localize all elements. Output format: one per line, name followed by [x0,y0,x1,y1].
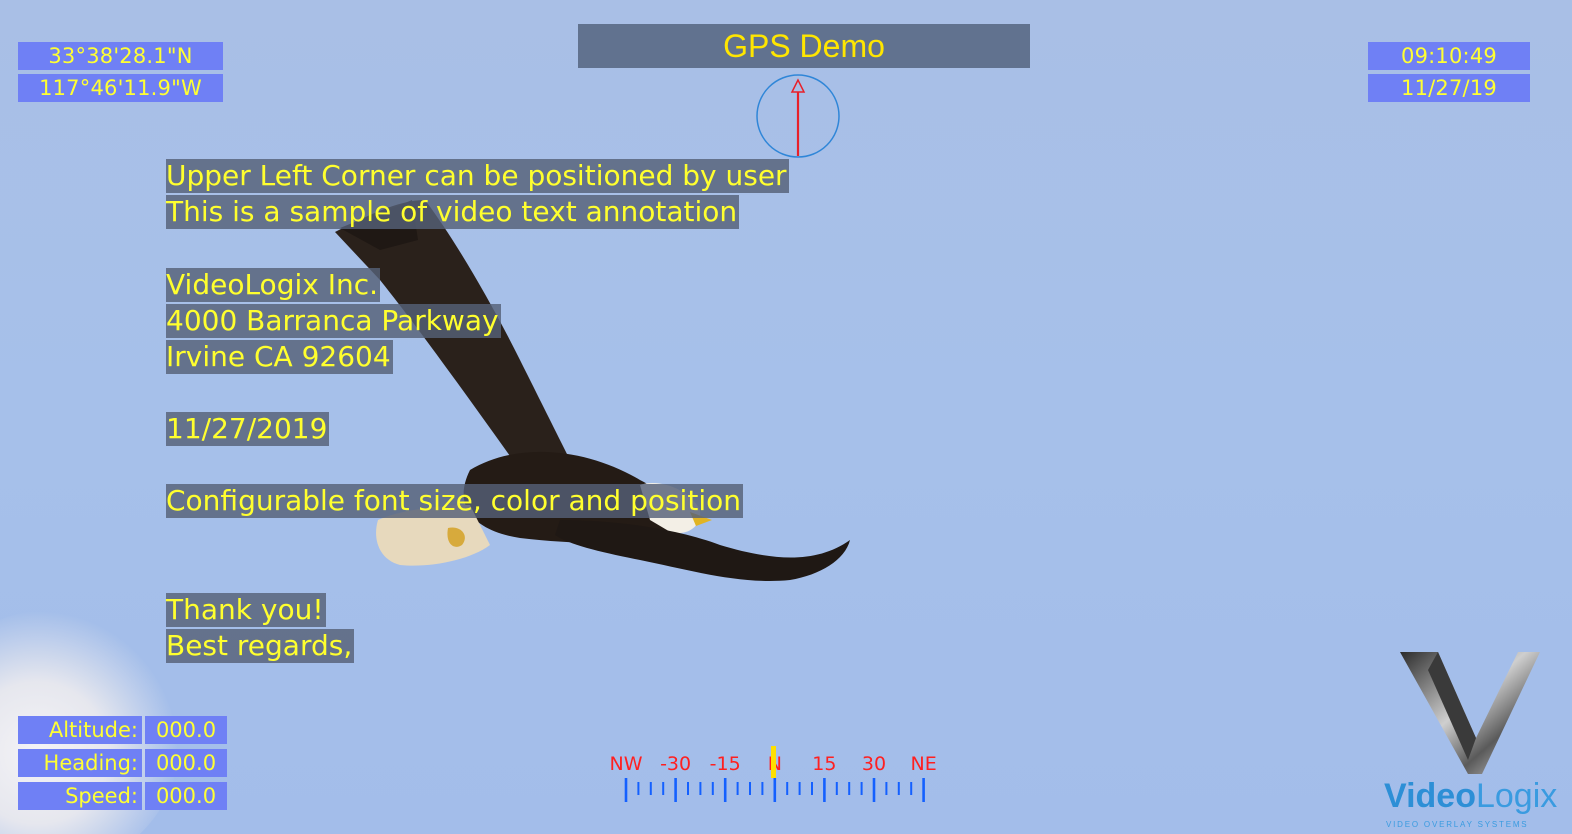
logo-wordmark: VideoLogix [1384,777,1557,816]
heading-scale-label: NW [610,753,643,775]
latitude-readout: 33°38'28.1"N [18,42,223,70]
logo-brand-bold: Video [1384,777,1476,815]
heading-scale: NW-30-15N1530NE [610,746,937,802]
title-bar: GPS Demo [578,24,1030,68]
heading-scale-label: -30 [660,753,691,775]
annotation-line-3: VideoLogix Inc. [166,268,381,302]
speed-label: Speed: [18,782,142,810]
heading-scale-label: 15 [812,753,836,775]
heading-scale-label: NE [910,753,936,775]
annotation-line-4: 4000 Barranca Parkway [166,304,501,338]
heading-scale-label: 30 [862,753,886,775]
heading-value: 000.0 [145,749,227,777]
altitude-label: Altitude: [18,716,142,744]
annotation-line-1: Upper Left Corner can be positioned by u… [166,159,789,193]
altitude-value: 000.0 [145,716,227,744]
logo-tagline: VIDEO OVERLAY SYSTEMS [1386,820,1529,829]
logo-brand-light: Logix [1475,777,1558,815]
speed-value: 000.0 [145,782,227,810]
time-readout: 09:10:49 [1368,42,1530,70]
annotation-line-5: Irvine CA 92604 [166,340,393,374]
annotation-line-6: 11/27/2019 [166,412,330,446]
annotation-line-8: Thank you! [166,593,326,627]
heading-pointer [771,746,776,778]
annotation-line-9: Best regards, [166,629,355,663]
heading-scale-label: -15 [710,753,741,775]
compass-needle-tip [790,78,806,93]
annotation-line-2: This is a sample of video text annotatio… [166,195,740,229]
longitude-readout: 117°46'11.9"W [18,74,223,102]
compass-icon [756,74,840,158]
annotation-line-7: Configurable font size, color and positi… [166,484,743,518]
video-frame: 33°38'28.1"N 117°46'11.9"W 09:10:49 11/2… [0,0,1572,834]
heading-label: Heading: [18,749,142,777]
date-readout: 11/27/19 [1368,74,1530,102]
